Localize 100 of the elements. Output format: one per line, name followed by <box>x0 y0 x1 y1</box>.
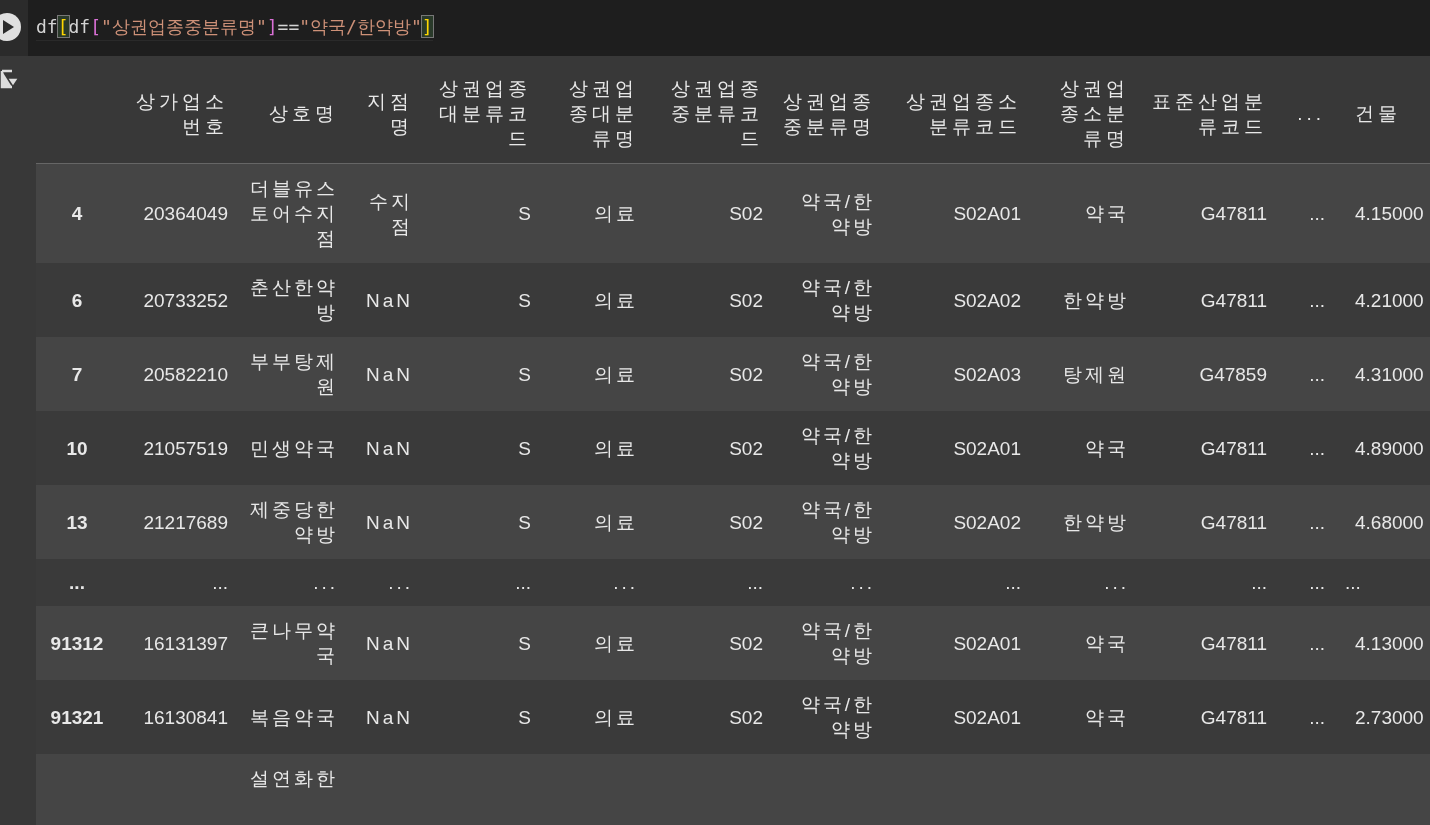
table-cell: NaN <box>366 363 413 385</box>
table-cell: 한약방 <box>1063 289 1129 311</box>
table-cell: S02 <box>729 437 763 459</box>
table-cell: 의료 <box>594 632 638 654</box>
table-cell: 탕제원 <box>1063 363 1129 385</box>
table-cell: NaN <box>366 289 413 311</box>
table-cell: 복음약국 <box>250 706 338 728</box>
column-header: 상권업종소분류명 <box>1060 78 1129 149</box>
table-cell: G47811 <box>1200 203 1267 224</box>
column-header: 건물 <box>1355 103 1401 124</box>
table-cell: ... <box>1309 437 1325 459</box>
row-index: 91312 <box>50 632 104 654</box>
table-cell: 4.31000 <box>1355 363 1424 385</box>
output-toggle-icon[interactable] <box>0 68 18 90</box>
table-cell: 약국 <box>1085 632 1129 654</box>
table-cell: 4.15000 <box>1355 203 1424 224</box>
table-cell: S <box>518 437 531 459</box>
run-icon[interactable] <box>0 12 22 42</box>
table-cell: S02A01 <box>953 203 1021 224</box>
table-cell: 약국/한약방 <box>800 425 875 471</box>
column-header: 상권업종소분류코드 <box>906 90 1021 137</box>
table-cell: 의료 <box>594 437 638 459</box>
table-cell: ... <box>1345 572 1361 593</box>
table-cell: NaN <box>366 632 413 654</box>
column-header: ... <box>1297 103 1325 124</box>
table-cell: G47811 <box>1200 289 1267 311</box>
table-cell: 제중당한약방 <box>250 499 338 545</box>
column-header: 표준산업분류코드 <box>1152 90 1267 137</box>
table-cell: ... <box>850 572 875 593</box>
table-cell: ... <box>1309 289 1325 311</box>
row-index: 4 <box>71 203 83 224</box>
table-cell: ... <box>1309 632 1325 654</box>
table-cell: ... <box>313 572 338 593</box>
table-cell: 설연화한 <box>250 768 338 789</box>
table-cell: 약국/한약방 <box>800 277 875 323</box>
table-cell: 약국 <box>1085 706 1129 728</box>
table-cell: 21217689 <box>143 511 228 533</box>
table-cell: 의료 <box>594 706 638 728</box>
table-cell: S02 <box>729 289 763 311</box>
row-index: ... <box>69 572 85 593</box>
table-cell: 2.73000 <box>1355 706 1424 728</box>
code-line[interactable]: df[df["상권업종중분류명"]=="약국/한약방"] <box>36 14 433 41</box>
table-cell: G47859 <box>1199 363 1267 385</box>
column-header: 상호명 <box>269 103 338 124</box>
table-cell: 약국 <box>1085 203 1129 224</box>
row-index: 6 <box>71 289 83 311</box>
table-cell: ... <box>1309 203 1325 224</box>
table-cell: 4.21000 <box>1355 289 1424 311</box>
table-cell: NaN <box>366 706 413 728</box>
table-cell: 4.89000 <box>1355 437 1424 459</box>
column-header: 상권업종대분류명 <box>569 78 638 149</box>
table-cell: ... <box>1104 572 1129 593</box>
table-cell: 의료 <box>594 203 638 224</box>
table-cell: 의료 <box>594 511 638 533</box>
table-cell: S02A01 <box>953 706 1021 728</box>
table-cell: 4.68000 <box>1355 511 1424 533</box>
table-cell: ... <box>1309 363 1325 385</box>
table-cell: 약국/한약방 <box>800 694 875 740</box>
table-cell: 약국/한약방 <box>800 499 875 545</box>
table-cell: ... <box>388 572 413 593</box>
table-cell: G47811 <box>1200 437 1267 459</box>
table-cell: S <box>518 706 531 728</box>
table-cell: 수지점 <box>369 190 413 237</box>
table-cell: 약국/한약방 <box>800 620 875 666</box>
table-cell: ... <box>747 572 763 593</box>
table-cell: S02A01 <box>953 437 1021 459</box>
table-cell: 약국/한약방 <box>800 351 875 397</box>
table-cell: ... <box>515 572 531 593</box>
table-cell: S02 <box>729 511 763 533</box>
table-cell: G47811 <box>1200 632 1267 654</box>
table-cell: ... <box>1005 572 1021 593</box>
table-cell: S <box>518 511 531 533</box>
table-cell: ... <box>1251 572 1267 593</box>
column-header: 지점명 <box>367 90 413 137</box>
table-cell: S <box>518 289 531 311</box>
table-cell: NaN <box>366 511 413 533</box>
table-cell: ... <box>1309 706 1325 728</box>
table-cell: S <box>518 363 531 385</box>
row-index: 91321 <box>50 706 104 728</box>
table-cell: 16130841 <box>143 706 228 728</box>
table-cell: 20582210 <box>143 363 228 385</box>
column-header: 상권업종중분류명 <box>783 90 875 137</box>
table-cell: S <box>518 632 531 654</box>
table-cell: 4.13000 <box>1355 632 1424 654</box>
table-cell: 20733252 <box>143 289 228 311</box>
table-cell: 의료 <box>594 289 638 311</box>
table-cell: 20364049 <box>143 203 228 224</box>
table-cell: S02 <box>729 632 763 654</box>
table-cell: NaN <box>366 437 413 459</box>
table-cell: 더블유스토어수지점 <box>250 178 338 249</box>
column-header: 상권업종중분류코드 <box>671 78 763 149</box>
table-cell: S02 <box>729 203 763 224</box>
table-cell: 약국/한약방 <box>800 190 875 237</box>
table-cell: G47811 <box>1200 706 1267 728</box>
row-index: 13 <box>66 511 88 533</box>
table-cell: S02A03 <box>953 363 1021 385</box>
table-cell: 약국 <box>1085 437 1129 459</box>
table-cell: ... <box>613 572 638 593</box>
table-cell: ... <box>212 572 228 593</box>
table-cell: ... <box>1309 572 1325 593</box>
